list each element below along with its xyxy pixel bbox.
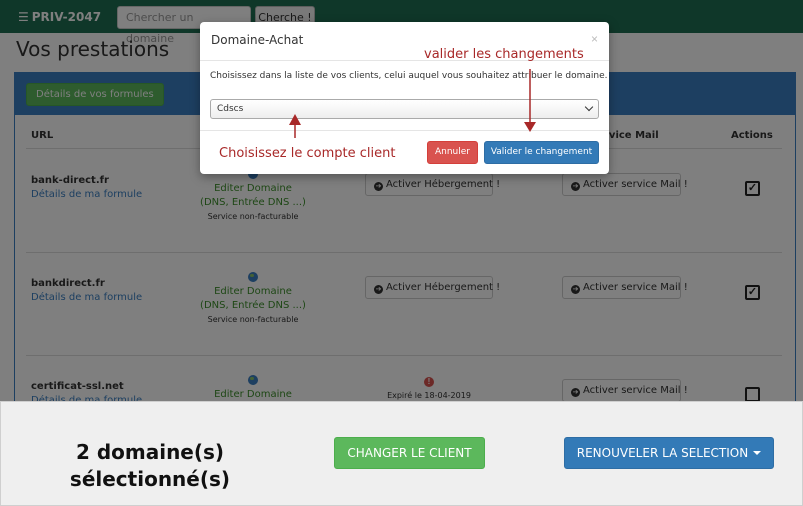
arrow-to-client-select <box>289 114 301 138</box>
annotation-arrows <box>289 69 536 138</box>
page: ☰PRIV-2047 Chercher un domaine Cherche !… <box>0 0 803 506</box>
arrow-to-validate-button <box>524 69 536 132</box>
